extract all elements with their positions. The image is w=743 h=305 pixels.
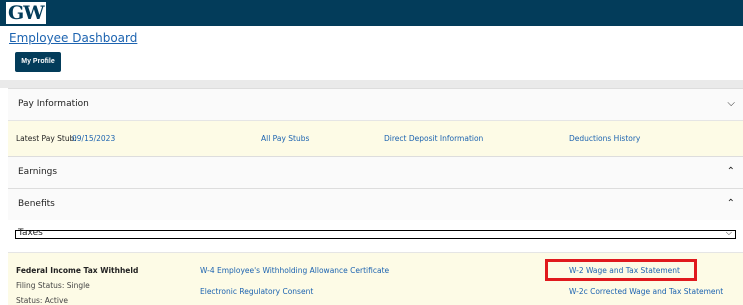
gw-logo[interactable]: GW [6,2,46,24]
electronic-regulatory-consent-link[interactable]: Electronic Regulatory Consent [200,287,313,296]
chevron-up-icon[interactable]: ⌃ [727,198,735,209]
federal-income-tax-title: Federal Income Tax Withheld [16,266,139,275]
chevron-up-icon[interactable]: ⌃ [727,166,735,177]
earnings-header[interactable]: Earnings ⌃ [8,156,743,188]
filing-status-text: Filing Status: Single [16,281,90,290]
pay-information-panel: Latest Pay Stub: 09/15/2023 All Pay Stub… [8,120,743,156]
employee-dashboard-link[interactable]: Employee Dashboard [9,31,137,45]
status-text: Status: Active [16,296,69,305]
direct-deposit-link[interactable]: Direct Deposit Information [384,134,483,143]
earnings-title: Earnings [18,167,58,177]
latest-pay-stub-date-link[interactable]: 09/15/2023 [72,134,115,143]
top-header-bar: GW [0,0,743,26]
taxes-title: Taxes [18,228,43,238]
benefits-title: Benefits [18,199,55,209]
pay-information-title: Pay Information [18,99,89,109]
latest-pay-stub-label: Latest Pay Stub: [16,134,77,143]
pay-information-header[interactable]: Pay Information ⌵ [8,88,743,120]
divider-band [0,80,743,88]
taxes-header[interactable]: Taxes ⌵ [15,228,736,239]
chevron-down-icon[interactable]: ⌵ [726,228,732,238]
deductions-history-link[interactable]: Deductions History [569,134,640,143]
w4-certificate-link[interactable]: W-4 Employee's Withholding Allowance Cer… [200,266,389,275]
my-profile-button[interactable]: My Profile [15,52,61,72]
benefits-header[interactable]: Benefits ⌃ [8,188,743,220]
w2-wage-tax-statement-link[interactable]: W-2 Wage and Tax Statement [569,266,680,275]
chevron-down-icon[interactable]: ⌵ [727,98,735,109]
taxes-panel: Federal Income Tax Withheld Filing Statu… [8,252,743,305]
w2c-corrected-statement-link[interactable]: W-2c Corrected Wage and Tax Statement [569,287,723,296]
all-pay-stubs-link[interactable]: All Pay Stubs [261,134,309,143]
